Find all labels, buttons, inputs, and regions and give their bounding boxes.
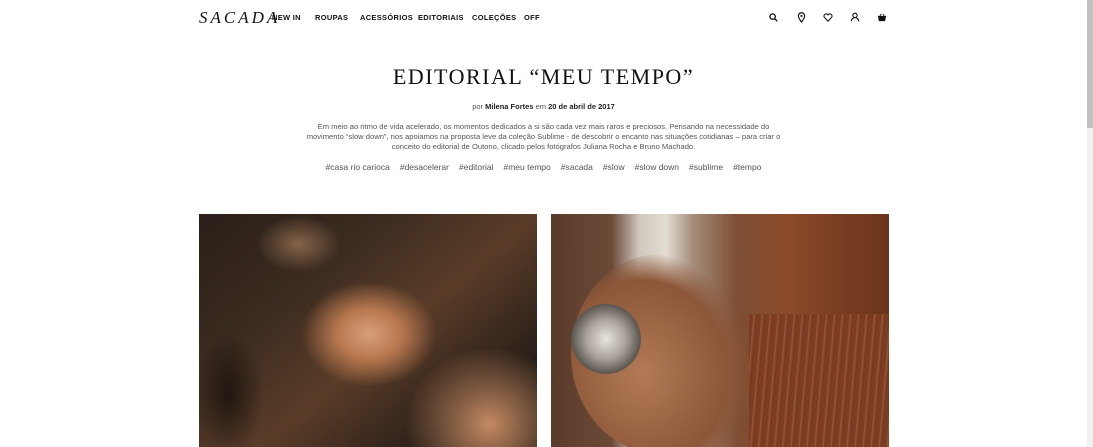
search-icon[interactable]	[767, 11, 779, 23]
page: SACADA NEW IN ROUPAS ACESSÓRIOS EDITORIA…	[0, 0, 1087, 447]
publish-date: 20 de abril de 2017	[548, 102, 615, 111]
scrollbar[interactable]	[1087, 0, 1093, 447]
tag-link[interactable]: #slow down	[635, 162, 679, 172]
location-pin-icon[interactable]	[795, 11, 807, 23]
heart-icon[interactable]	[822, 11, 834, 23]
tag-link[interactable]: #sacada	[561, 162, 593, 172]
site-header: SACADA NEW IN ROUPAS ACESSÓRIOS EDITORIA…	[0, 0, 1087, 36]
scrollbar-thumb[interactable]	[1087, 0, 1093, 128]
byline-mid: em	[535, 102, 546, 111]
byline-prefix: por	[472, 102, 484, 111]
tag-link[interactable]: #editorial	[459, 162, 494, 172]
shopping-bag-icon[interactable]	[876, 11, 888, 23]
tag-link[interactable]: #sublime	[689, 162, 723, 172]
tag-link[interactable]: #casa rio carioca	[326, 162, 390, 172]
header-icons	[0, 11, 1087, 25]
photo-cuff-bracelet	[571, 304, 641, 374]
editorial-photo-portrait	[199, 214, 537, 447]
tag-link[interactable]: #meu tempo	[503, 162, 550, 172]
byline: por Milena Fortes em 20 de abril de 2017	[0, 102, 1087, 111]
intro-paragraph: Em meio ao ritmo de vida acelerado, os m…	[306, 122, 781, 152]
tag-list: #casa rio carioca #desacelerar #editoria…	[0, 162, 1087, 172]
user-icon[interactable]	[849, 11, 861, 23]
editorial-photo-bracelet	[551, 214, 889, 447]
page-title: EDITORIAL “MEU TEMPO”	[392, 64, 695, 89]
tag-link[interactable]: #desacelerar	[400, 162, 449, 172]
photo-pleated-skirt	[749, 314, 889, 447]
photo-shading	[199, 214, 537, 447]
tag-link[interactable]: #slow	[603, 162, 625, 172]
author-name[interactable]: Milena Fortes	[485, 102, 533, 111]
tag-link[interactable]: #tempo	[733, 162, 761, 172]
